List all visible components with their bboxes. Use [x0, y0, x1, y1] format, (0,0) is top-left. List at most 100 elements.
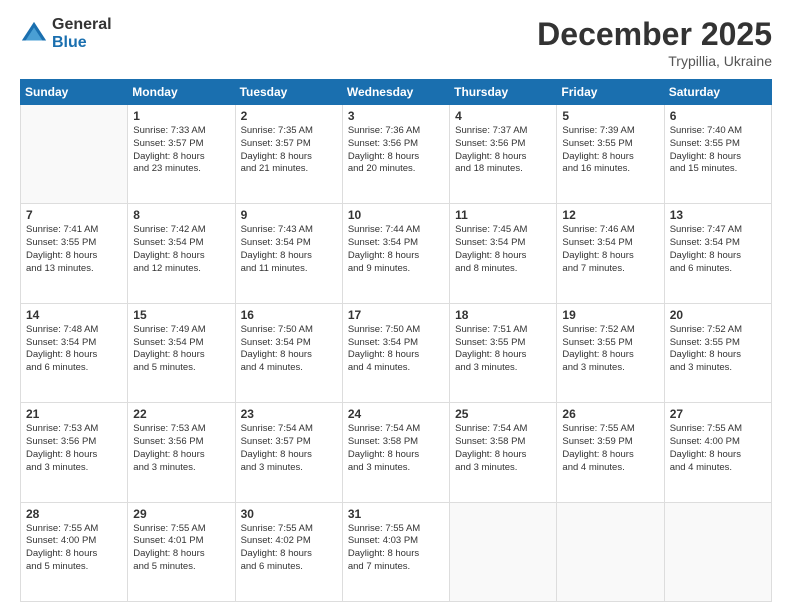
day-number: 10 [348, 208, 444, 222]
day-number: 20 [670, 308, 766, 322]
col-sunday: Sunday [21, 80, 128, 105]
day-info: Sunrise: 7:40 AM Sunset: 3:55 PM Dayligh… [670, 125, 766, 176]
col-saturday: Saturday [664, 80, 771, 105]
calendar-cell: 25Sunrise: 7:54 AM Sunset: 3:58 PM Dayli… [450, 403, 557, 502]
day-number: 22 [133, 407, 229, 421]
calendar-cell: 1Sunrise: 7:33 AM Sunset: 3:57 PM Daylig… [128, 105, 235, 204]
logo-general-text: General [52, 16, 112, 34]
day-info: Sunrise: 7:36 AM Sunset: 3:56 PM Dayligh… [348, 125, 444, 176]
calendar-cell: 9 Sunrise: 7:43 AM Sunset: 3:54 PM Daylig… [235, 204, 342, 303]
day-number: 14 [26, 308, 122, 322]
day-info: Sunrise: 7:37 AM Sunset: 3:56 PM Dayligh… [455, 125, 551, 176]
day-number: 17 [348, 308, 444, 322]
calendar-cell: 19 Sunrise: 7:52 AM Sunset: 3:55 PM Dayli… [557, 303, 664, 402]
calendar-cell: 14 Sunrise: 7:48 AM Sunset: 3:54 PM Dayli… [21, 303, 128, 402]
calendar-cell: 26Sunrise: 7:55 AM Sunset: 3:59 PM Dayli… [557, 403, 664, 502]
calendar-cell: 6Sunrise: 7:40 AM Sunset: 3:55 PM Daylig… [664, 105, 771, 204]
day-info: Sunrise: 7:55 AM Sunset: 4:02 PM Dayligh… [241, 523, 337, 574]
day-number: 24 [348, 407, 444, 421]
calendar-cell: 24 Sunrise: 7:54 AM Sunset: 3:58 PM Dayli… [342, 403, 449, 502]
calendar-cell: 12 Sunrise: 7:46 AM Sunset: 3:54 PM Dayli… [557, 204, 664, 303]
subtitle: Trypillia, Ukraine [537, 53, 772, 69]
calendar-cell: 13Sunrise: 7:47 AM Sunset: 3:54 PM Dayli… [664, 204, 771, 303]
calendar-cell [450, 502, 557, 601]
calendar-cell: 21 Sunrise: 7:53 AM Sunset: 3:56 PM Dayli… [21, 403, 128, 502]
page: General Blue December 2025 Trypillia, Uk… [0, 0, 792, 612]
calendar-cell [557, 502, 664, 601]
calendar-cell: 17Sunrise: 7:50 AM Sunset: 3:54 PM Dayli… [342, 303, 449, 402]
calendar-cell: 15Sunrise: 7:49 AM Sunset: 3:54 PM Dayli… [128, 303, 235, 402]
day-info: Sunrise: 7:49 AM Sunset: 3:54 PM Dayligh… [133, 324, 229, 375]
day-info: Sunrise: 7:55 AM Sunset: 4:03 PM Dayligh… [348, 523, 444, 574]
day-info: Sunrise: 7:41 AM Sunset: 3:55 PM Dayligh… [26, 224, 122, 275]
day-info: Sunrise: 7:54 AM Sunset: 3:58 PM Dayligh… [348, 423, 444, 474]
day-number: 2 [241, 109, 337, 123]
day-info: Sunrise: 7:47 AM Sunset: 3:54 PM Dayligh… [670, 224, 766, 275]
day-info: Sunrise: 7:33 AM Sunset: 3:57 PM Dayligh… [133, 125, 229, 176]
main-title: December 2025 [537, 16, 772, 53]
calendar-cell: 3 Sunrise: 7:36 AM Sunset: 3:56 PM Daylig… [342, 105, 449, 204]
calendar-cell: 28 Sunrise: 7:55 AM Sunset: 4:00 PM Dayli… [21, 502, 128, 601]
day-info: Sunrise: 7:46 AM Sunset: 3:54 PM Dayligh… [562, 224, 658, 275]
calendar-cell: 5 Sunrise: 7:39 AM Sunset: 3:55 PM Daylig… [557, 105, 664, 204]
day-info: Sunrise: 7:53 AM Sunset: 3:56 PM Dayligh… [26, 423, 122, 474]
day-number: 4 [455, 109, 551, 123]
calendar-cell [21, 105, 128, 204]
logo: General Blue [20, 16, 112, 51]
day-info: Sunrise: 7:39 AM Sunset: 3:55 PM Dayligh… [562, 125, 658, 176]
day-info: Sunrise: 7:55 AM Sunset: 4:01 PM Dayligh… [133, 523, 229, 574]
calendar-cell: 22 Sunrise: 7:53 AM Sunset: 3:56 PM Dayli… [128, 403, 235, 502]
calendar-cell: 27 Sunrise: 7:55 AM Sunset: 4:00 PM Dayli… [664, 403, 771, 502]
calendar-cell: 4 Sunrise: 7:37 AM Sunset: 3:56 PM Daylig… [450, 105, 557, 204]
calendar-cell: 20Sunrise: 7:52 AM Sunset: 3:55 PM Dayli… [664, 303, 771, 402]
calendar-table: Sunday Monday Tuesday Wednesday Thursday… [20, 79, 772, 602]
day-info: Sunrise: 7:43 AM Sunset: 3:54 PM Dayligh… [241, 224, 337, 275]
day-info: Sunrise: 7:55 AM Sunset: 4:00 PM Dayligh… [26, 523, 122, 574]
calendar-cell: 29 Sunrise: 7:55 AM Sunset: 4:01 PM Dayli… [128, 502, 235, 601]
day-number: 19 [562, 308, 658, 322]
calendar-cell: 16 Sunrise: 7:50 AM Sunset: 3:54 PM Dayli… [235, 303, 342, 402]
day-info: Sunrise: 7:52 AM Sunset: 3:55 PM Dayligh… [562, 324, 658, 375]
calendar-cell: 2Sunrise: 7:35 AM Sunset: 3:57 PM Daylig… [235, 105, 342, 204]
logo-blue-text: Blue [52, 34, 112, 52]
day-info: Sunrise: 7:53 AM Sunset: 3:56 PM Dayligh… [133, 423, 229, 474]
col-thursday: Thursday [450, 80, 557, 105]
day-number: 16 [241, 308, 337, 322]
day-number: 9 [241, 208, 337, 222]
day-info: Sunrise: 7:48 AM Sunset: 3:54 PM Dayligh… [26, 324, 122, 375]
calendar-cell: 23Sunrise: 7:54 AM Sunset: 3:57 PM Dayli… [235, 403, 342, 502]
calendar-cell: 10Sunrise: 7:44 AM Sunset: 3:54 PM Dayli… [342, 204, 449, 303]
calendar-week-1: 7Sunrise: 7:41 AM Sunset: 3:55 PM Daylig… [21, 204, 772, 303]
day-number: 30 [241, 507, 337, 521]
day-number: 12 [562, 208, 658, 222]
day-number: 25 [455, 407, 551, 421]
calendar-week-0: 1Sunrise: 7:33 AM Sunset: 3:57 PM Daylig… [21, 105, 772, 204]
calendar-cell: 31Sunrise: 7:55 AM Sunset: 4:03 PM Dayli… [342, 502, 449, 601]
day-number: 23 [241, 407, 337, 421]
calendar-week-4: 28 Sunrise: 7:55 AM Sunset: 4:00 PM Dayli… [21, 502, 772, 601]
day-number: 5 [562, 109, 658, 123]
calendar-cell: 7Sunrise: 7:41 AM Sunset: 3:55 PM Daylig… [21, 204, 128, 303]
day-number: 29 [133, 507, 229, 521]
calendar-cell: 11 Sunrise: 7:45 AM Sunset: 3:54 PM Dayli… [450, 204, 557, 303]
day-info: Sunrise: 7:55 AM Sunset: 3:59 PM Dayligh… [562, 423, 658, 474]
title-section: December 2025 Trypillia, Ukraine [537, 16, 772, 69]
day-number: 18 [455, 308, 551, 322]
day-number: 11 [455, 208, 551, 222]
day-number: 21 [26, 407, 122, 421]
calendar-week-2: 14 Sunrise: 7:48 AM Sunset: 3:54 PM Dayli… [21, 303, 772, 402]
calendar-week-3: 21 Sunrise: 7:53 AM Sunset: 3:56 PM Dayli… [21, 403, 772, 502]
day-number: 27 [670, 407, 766, 421]
col-tuesday: Tuesday [235, 80, 342, 105]
day-info: Sunrise: 7:55 AM Sunset: 4:00 PM Dayligh… [670, 423, 766, 474]
day-info: Sunrise: 7:50 AM Sunset: 3:54 PM Dayligh… [241, 324, 337, 375]
day-info: Sunrise: 7:51 AM Sunset: 3:55 PM Dayligh… [455, 324, 551, 375]
col-monday: Monday [128, 80, 235, 105]
day-number: 28 [26, 507, 122, 521]
day-number: 8 [133, 208, 229, 222]
day-info: Sunrise: 7:45 AM Sunset: 3:54 PM Dayligh… [455, 224, 551, 275]
col-friday: Friday [557, 80, 664, 105]
day-number: 3 [348, 109, 444, 123]
calendar-cell: 8Sunrise: 7:42 AM Sunset: 3:54 PM Daylig… [128, 204, 235, 303]
logo-icon [20, 20, 48, 48]
